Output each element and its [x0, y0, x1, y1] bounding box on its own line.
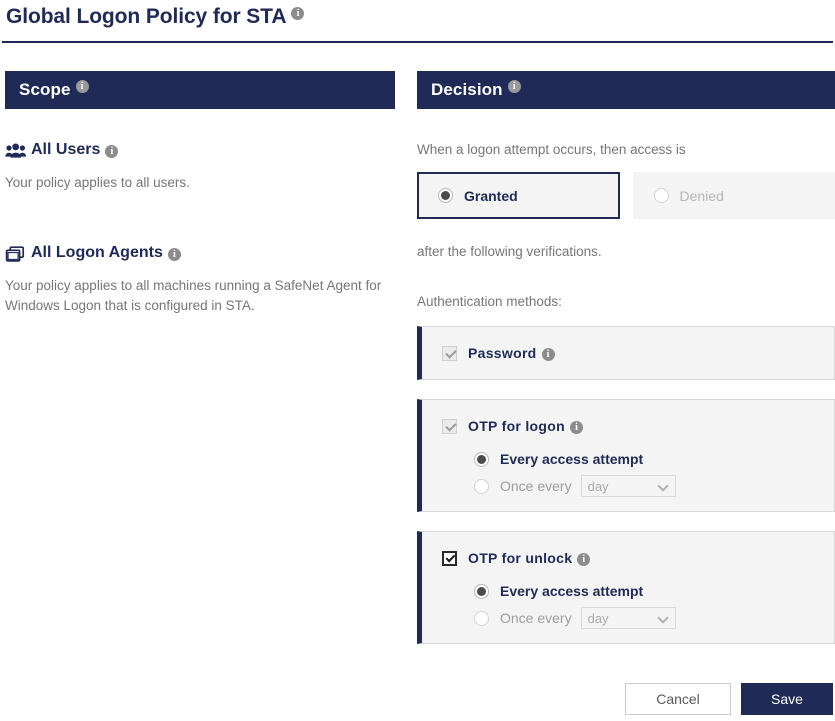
otp-unlock-every-attempt-row[interactable]: Every access attempt	[474, 580, 834, 602]
granted-label: Granted	[464, 187, 518, 204]
auth-methods-label: Authentication methods:	[417, 294, 562, 309]
decision-intro-text: When a logon attempt occurs, then access…	[417, 142, 686, 157]
scope-column: Scopei All Usersi Your policy applies	[5, 71, 395, 316]
otp-unlock-label: OTP for unlock	[468, 550, 573, 566]
otp-logon-info-icon[interactable]: i	[569, 420, 583, 434]
otp-unlock-once-every-radio[interactable]	[474, 610, 489, 626]
otp-logon-every-attempt-radio[interactable]	[474, 451, 489, 467]
otp-logon-once-every-row[interactable]: Once every day	[474, 475, 834, 497]
users-icon	[5, 143, 27, 160]
password-label: Password	[468, 345, 537, 361]
decision-header-label: Decision	[431, 80, 503, 99]
cancel-button[interactable]: Cancel	[625, 683, 731, 715]
page-title: Global Logon Policy for STA i	[6, 5, 305, 29]
decision-after-text: after the following verifications.	[417, 244, 602, 259]
auth-method-otp-logon[interactable]: OTP for logon i Every access attempt Once…	[417, 399, 835, 512]
otp-unlock-every-attempt-label: Every access attempt	[500, 583, 644, 599]
auth-method-password[interactable]: Password i	[417, 326, 835, 380]
auth-method-otp-logon-header: OTP for logon i	[422, 414, 834, 438]
otp-logon-frequency-group: Every access attempt Once every day	[422, 448, 834, 497]
logon-agents-icon	[5, 245, 27, 263]
chevron-down-icon	[656, 480, 669, 492]
otp-logon-interval-select[interactable]: day	[580, 475, 676, 497]
otp-unlock-interval-value: day	[587, 610, 609, 626]
form-actions: Cancel Save	[625, 683, 833, 715]
page-title-text: Global Logon Policy for STA	[6, 5, 287, 28]
all-logon-agents-info-icon[interactable]: i	[167, 247, 181, 261]
policy-page: Global Logon Policy for STA i Scope i Al…	[0, 0, 835, 721]
otp-unlock-frequency-group: Every access attempt Once every day	[422, 580, 834, 629]
otp-unlock-interval-select[interactable]: day	[580, 607, 676, 629]
otp-logon-every-attempt-row[interactable]: Every access attempt	[474, 448, 834, 470]
title-divider	[2, 41, 833, 43]
access-option-granted[interactable]: Granted	[417, 172, 620, 219]
otp-unlock-info-icon[interactable]: i	[577, 552, 591, 566]
access-decision-group: Granted Denied	[417, 172, 835, 219]
granted-radio[interactable]	[438, 188, 453, 203]
scope-heading-label: All Logon Agents	[31, 244, 163, 261]
scope-panel-header: Scope i	[5, 71, 395, 109]
password-checkbox[interactable]	[442, 345, 457, 361]
otp-logon-every-attempt-label: Every access attempt	[500, 451, 644, 467]
otp-unlock-checkbox[interactable]	[442, 550, 457, 566]
all-users-info-icon[interactable]: i	[105, 144, 119, 158]
auth-method-otp-unlock[interactable]: OTP for unlock i Every access attempt Onc…	[417, 531, 835, 644]
page-title-info-icon[interactable]: i	[291, 7, 305, 20]
scope-heading-all-logon-agents: All Logon Agents i	[5, 244, 395, 262]
scope-description-all-users: Your policy applies to all users.	[5, 175, 190, 190]
scope-block-all-users: All Users i Your policy applies to all us…	[5, 141, 395, 193]
otp-unlock-every-attempt-radio[interactable]	[474, 583, 489, 599]
auth-method-password-header: Password i	[422, 341, 834, 365]
denied-radio[interactable]	[653, 188, 669, 203]
scope-heading-label: All Users	[31, 141, 101, 158]
otp-unlock-once-every-row[interactable]: Once every day	[474, 607, 834, 629]
otp-logon-checkbox[interactable]	[442, 418, 457, 434]
scope-heading-all-users: All Users i	[5, 141, 395, 159]
decision-column: Decision i When a logon attempt occurs, t…	[417, 71, 835, 644]
otp-logon-label: OTP for logon	[468, 418, 565, 434]
scope-header-label: Scope	[19, 80, 71, 99]
chevron-down-icon	[656, 612, 669, 624]
otp-unlock-once-every-label: Once every	[500, 610, 572, 626]
otp-logon-once-every-radio[interactable]	[474, 478, 489, 494]
scope-description-all-logon-agents: Your policy applies to all machines runn…	[5, 278, 382, 313]
denied-label: Denied	[679, 187, 724, 204]
password-info-icon[interactable]: i	[541, 347, 555, 361]
save-button[interactable]: Save	[741, 683, 833, 715]
scope-info-icon[interactable]: i	[75, 80, 89, 94]
decision-info-icon[interactable]: i	[507, 80, 521, 94]
otp-logon-once-every-label: Once every	[500, 478, 572, 494]
otp-logon-interval-value: day	[587, 478, 609, 494]
decision-panel-header: Decision i	[417, 71, 835, 109]
access-option-denied[interactable]: Denied	[632, 172, 835, 219]
auth-method-otp-unlock-header: OTP for unlock i	[422, 546, 834, 570]
scope-block-all-logon-agents: All Logon Agents i Your policy applies to…	[5, 244, 395, 316]
